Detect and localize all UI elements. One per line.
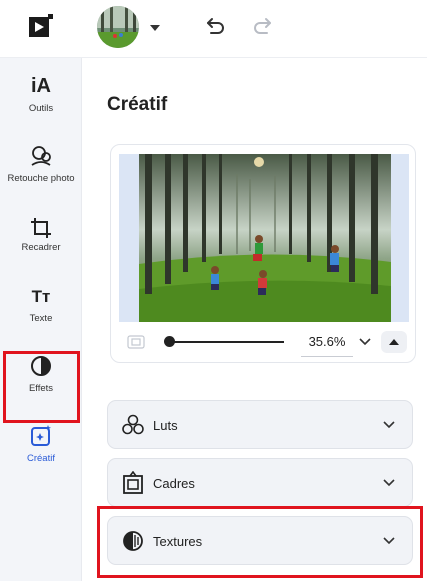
chevron-down-icon[interactable]	[149, 24, 161, 32]
page-title: Créatif	[107, 94, 168, 115]
sidebar-item-recadrer[interactable]: Recadrer	[0, 216, 82, 282]
redo-icon[interactable]	[251, 14, 275, 38]
main-panel: Créatif 35.6% Luts Cadres Textures	[83, 58, 427, 581]
undo-icon[interactable]	[203, 14, 227, 38]
sidebar-item-label: Créatif	[27, 453, 55, 464]
sidebar: iA Outils Retouche photo Recadrer Tт Tex…	[0, 58, 82, 581]
zoom-slider-track[interactable]	[166, 341, 284, 343]
sidebar-item-creatif[interactable]: Créatif	[0, 424, 82, 490]
zoom-level[interactable]: 35.6%	[301, 333, 353, 357]
sidebar-item-label: Outils	[28, 103, 54, 114]
accordion-label: Luts	[153, 418, 178, 433]
luts-icon	[122, 414, 144, 435]
sidebar-item-label: Retouche photo	[7, 173, 75, 184]
collapse-preview-button[interactable]	[381, 331, 407, 353]
text-icon: Tт	[31, 287, 51, 306]
ai-tools-icon: iA	[31, 75, 51, 97]
photo-retouch-icon	[31, 146, 51, 166]
crop-icon	[31, 218, 51, 238]
sidebar-item-retouche-photo[interactable]: Retouche photo	[0, 144, 82, 210]
fit-to-screen-icon[interactable]	[127, 335, 145, 349]
active-item-highlight	[3, 351, 80, 423]
accordion-cadres[interactable]: Cadres	[107, 458, 413, 507]
accordion-luts[interactable]: Luts	[107, 400, 413, 449]
chevron-down-icon	[383, 479, 395, 487]
video-logo-icon[interactable]	[28, 13, 54, 39]
sidebar-item-outils[interactable]: iA Outils	[0, 74, 82, 140]
triangle-up-icon	[389, 339, 399, 345]
preview-image	[139, 154, 391, 322]
chevron-down-icon	[383, 421, 395, 429]
sidebar-item-texte[interactable]: Tт Texte	[0, 285, 82, 351]
avatar[interactable]	[97, 6, 139, 48]
creative-icon	[31, 425, 51, 446]
textures-highlight	[97, 506, 423, 578]
zoom-slider-handle[interactable]	[164, 336, 175, 347]
sidebar-item-label: Recadrer	[21, 242, 61, 253]
top-bar	[0, 0, 427, 58]
preview-canvas	[119, 154, 409, 322]
sidebar-item-label: Texte	[29, 313, 53, 324]
chevron-down-icon[interactable]	[359, 338, 371, 346]
preview-card: 35.6%	[110, 144, 416, 363]
frames-icon	[123, 471, 143, 494]
accordion-label: Cadres	[153, 476, 195, 491]
